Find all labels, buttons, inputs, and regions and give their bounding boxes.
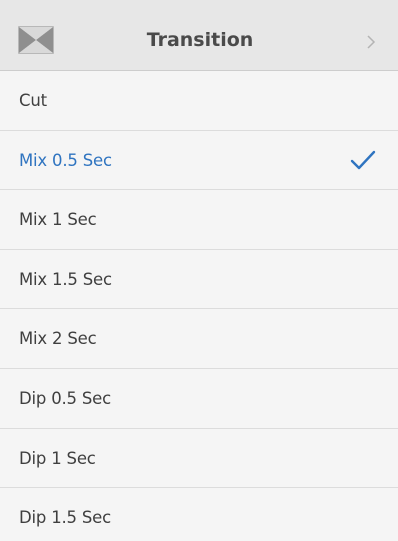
list-item-label: Mix 2 Sec — [19, 329, 97, 349]
transition-panel: Transition Cut Mix 0.5 Sec Mix 1 Sec Mix… — [0, 0, 398, 541]
list-item[interactable]: Mix 0.5 Sec — [0, 130, 398, 191]
list-item-label: Mix 1.5 Sec — [19, 269, 112, 289]
list-item-label: Dip 1 Sec — [19, 448, 96, 468]
transition-list: Cut Mix 0.5 Sec Mix 1 Sec Mix 1.5 Sec Mi… — [0, 71, 398, 541]
list-item[interactable]: Dip 1.5 Sec — [0, 488, 398, 541]
transition-wipe-icon — [18, 26, 54, 54]
chevron-right-icon[interactable] — [366, 34, 376, 49]
list-item-label: Mix 0.5 Sec — [19, 150, 112, 170]
list-item[interactable]: Dip 1 Sec — [0, 428, 398, 489]
list-item-label: Cut — [19, 91, 47, 110]
list-item[interactable]: Cut — [0, 71, 398, 131]
list-item-label: Dip 0.5 Sec — [19, 388, 111, 408]
list-item[interactable]: Dip 0.5 Sec — [0, 368, 398, 429]
panel-title: Transition — [146, 29, 254, 51]
list-item-label: Dip 1.5 Sec — [19, 508, 111, 528]
list-item[interactable]: Mix 2 Sec — [0, 309, 398, 369]
panel-header: Transition — [0, 0, 398, 71]
checkmark-icon — [350, 150, 376, 170]
list-item[interactable]: Mix 1.5 Sec — [0, 249, 398, 310]
list-item[interactable]: Mix 1 Sec — [0, 190, 398, 250]
list-item-label: Mix 1 Sec — [19, 210, 97, 230]
